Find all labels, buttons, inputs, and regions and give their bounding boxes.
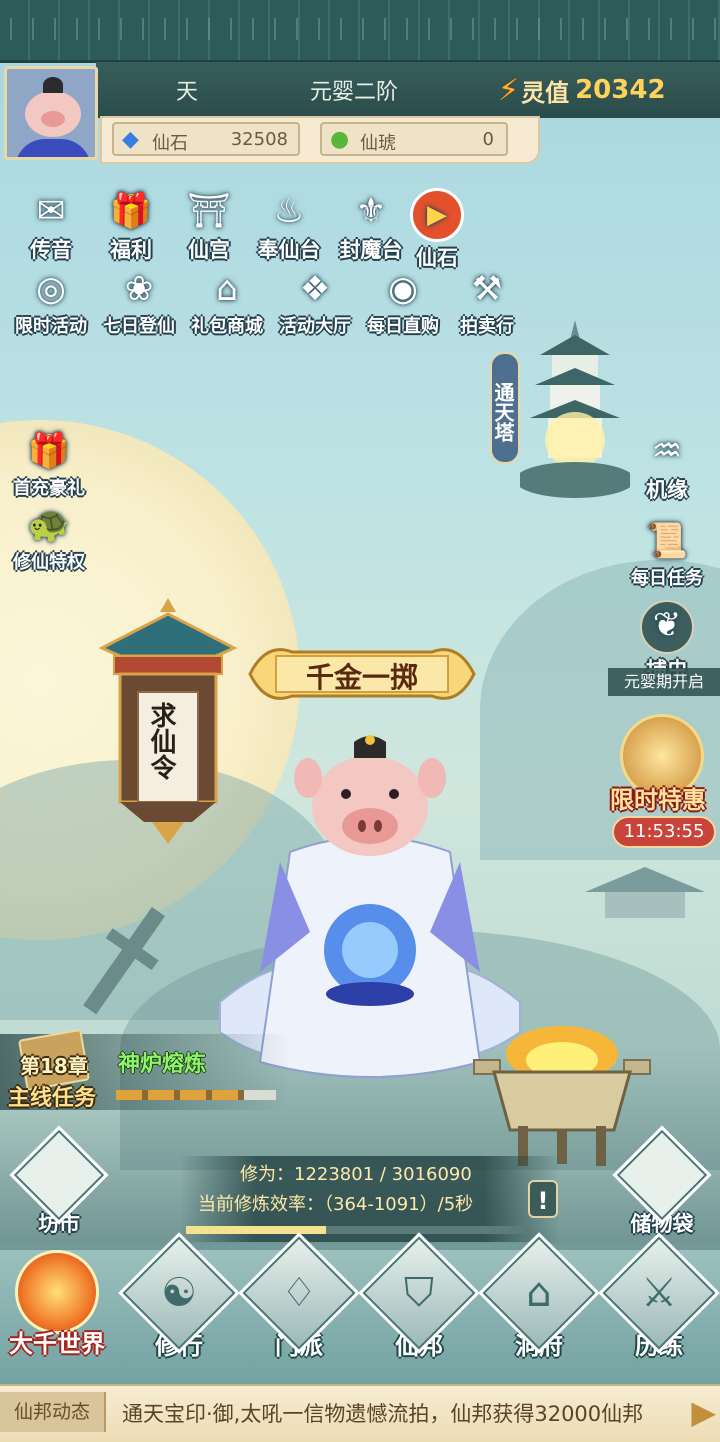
- spirit-value: ⚡ 灵值 20342: [498, 70, 666, 110]
- timed-event-button[interactable]: ◎ 限时活动: [8, 266, 94, 338]
- scroll-icon: 📜: [645, 521, 689, 561]
- fortune-icon: ♒: [651, 431, 683, 471]
- cultivation-progress-track: [186, 1226, 532, 1234]
- furnace-progress-fill: [116, 1090, 244, 1100]
- world-swirl-icon: [15, 1250, 99, 1334]
- qianjin-banner-text: 千金一掷: [305, 661, 418, 694]
- limited-sale-timer: 11:53:55: [612, 816, 716, 848]
- palace-icon: ⛩: [187, 191, 231, 231]
- nascent-notice: 元婴期开启: [608, 668, 720, 696]
- fuli-button[interactable]: 🎁 福利: [88, 188, 174, 264]
- exclamation-icon[interactable]: !: [528, 1180, 558, 1218]
- turtle-icon: 🐢: [27, 505, 71, 545]
- seven-day-label: 七日登仙: [103, 316, 175, 337]
- furnace-label: 神炉熔炼: [118, 1052, 207, 1077]
- ticker-message: 通天宝印·御,太吼一信物遗憾流拍，仙邦获得32000仙邦: [122, 1402, 644, 1426]
- daily-task-label: 每日任务: [631, 568, 703, 589]
- altar-icon: ♨: [273, 191, 305, 231]
- avatar-robe: [15, 139, 91, 157]
- hall-icon: ❖: [299, 269, 331, 309]
- nav-world-label: 大千世界: [9, 1330, 105, 1358]
- pavilion: [585, 862, 705, 922]
- fengxiantai-button[interactable]: ♨ 奉仙台: [246, 188, 332, 264]
- resource-value: 32508: [230, 129, 288, 150]
- cultivation-progress-fill: [186, 1226, 327, 1234]
- tongtian-tower[interactable]: [515, 320, 635, 500]
- xianhu-resource[interactable]: ● 仙琥 0: [320, 122, 508, 156]
- demon-seal-icon: ⚜: [355, 191, 387, 231]
- envelope-icon: ✉: [36, 191, 66, 231]
- timed-event-icon: ◎: [36, 269, 66, 309]
- daily-purchase-label: 每日直购: [367, 316, 439, 337]
- daily-task-button[interactable]: 📜 每日任务: [624, 518, 710, 590]
- seven-day-button[interactable]: ❀ 七日登仙: [96, 266, 182, 338]
- arrow-right-icon[interactable]: ▶: [691, 1394, 716, 1430]
- realm-char: 天: [176, 80, 199, 105]
- green-jade-icon: ●: [330, 127, 350, 152]
- gift-shop-button[interactable]: ⌂ 礼包商城: [184, 266, 270, 338]
- blue-gem-icon: ◆: [122, 127, 139, 152]
- xianshi-resource[interactable]: ◆ 仙石 32508: [112, 122, 300, 156]
- jiyuan-label: 机缘: [646, 478, 688, 502]
- cultivation-progress-text: 修为：1223801 / 3016090: [240, 1164, 472, 1185]
- xiangong-button[interactable]: ⛩ 仙宫: [166, 188, 252, 264]
- timed-event-label: 限时活动: [15, 316, 87, 337]
- auction-button[interactable]: ⚒ 拍卖行: [444, 266, 530, 338]
- fengxiantai-label: 奉仙台: [257, 238, 321, 262]
- nav-practice[interactable]: ☯ 修行: [118, 1232, 240, 1361]
- furnace-progress-track: [116, 1090, 276, 1100]
- nav-sect[interactable]: ♢ 门派: [238, 1232, 360, 1361]
- lotus-icon: ❀: [124, 269, 154, 309]
- butterfly-icon: ❦: [640, 600, 694, 654]
- resource-value: 0: [482, 129, 494, 150]
- video-play-icon: ▶: [410, 188, 464, 242]
- cultivation-efficiency-text: 当前修炼效率：（364-1091）/5秒: [198, 1194, 474, 1215]
- event-hall-label: 活动大厅: [279, 316, 351, 337]
- gift-shop-label: 礼包商城: [191, 316, 263, 337]
- gift-box-icon: 🎁: [27, 431, 71, 471]
- news-ticker[interactable]: 仙邦动态 通天宝印·御,太吼一信物遗憾流拍，仙邦获得32000仙邦 ▶: [0, 1384, 720, 1442]
- player-avatar[interactable]: [4, 66, 98, 160]
- nav-world[interactable]: 大千世界: [2, 1250, 112, 1359]
- limited-sale-label[interactable]: 限时特惠: [610, 780, 706, 815]
- privilege-label: 修仙特权: [13, 552, 85, 573]
- top-border: [0, 0, 720, 63]
- cultivation-stage: 元婴二阶: [310, 80, 399, 105]
- quest-chapter: 第18章: [20, 1054, 88, 1078]
- event-hall-button[interactable]: ❖ 活动大厅: [272, 266, 358, 338]
- privilege-button[interactable]: 🐢 修仙特权: [6, 502, 92, 574]
- fuli-label: 福利: [110, 238, 152, 262]
- chuanyin-button[interactable]: ✉ 传音: [8, 188, 94, 264]
- chuanyin-label: 传音: [30, 238, 72, 262]
- first-recharge-button[interactable]: 🎁 首充豪礼: [6, 428, 92, 500]
- nav-cave[interactable]: ⌂ 洞府: [478, 1232, 600, 1361]
- lightning-icon: ⚡: [498, 72, 520, 108]
- xianshi-video-button[interactable]: ▶ 仙石: [394, 188, 480, 272]
- qiuxianling-text: 求仙令: [146, 702, 176, 780]
- tongtian-tower-label[interactable]: 通天塔: [490, 352, 520, 464]
- coin-icon: ◉: [388, 269, 418, 309]
- gavel-icon: ⚒: [471, 269, 503, 309]
- resource-name: 仙石: [152, 133, 188, 154]
- qianjin-banner[interactable]: 千金一掷: [236, 636, 488, 712]
- gift-icon: 🎁: [109, 191, 153, 231]
- resource-name: 仙琥: [360, 133, 396, 154]
- xiangong-label: 仙宫: [188, 238, 230, 262]
- spirit-value-number: 20342: [575, 75, 666, 105]
- avatar-snout: [41, 111, 65, 127]
- nav-alliance[interactable]: ⛉ 仙邦: [358, 1232, 480, 1361]
- storage-bag-button[interactable]: 储物袋: [612, 1125, 712, 1238]
- shop-icon: ⌂: [216, 269, 238, 309]
- spirit-value-label: 灵值: [521, 78, 570, 107]
- auction-label: 拍卖行: [460, 316, 514, 337]
- quest-label: 主线任务: [8, 1086, 97, 1111]
- ticker-title: 仙邦动态: [0, 1392, 106, 1432]
- daily-purchase-button[interactable]: ◉ 每日直购: [360, 266, 446, 338]
- avatar-hat: [43, 77, 63, 93]
- nav-trial[interactable]: ⚔ 历练: [598, 1232, 720, 1361]
- jiyuan-button[interactable]: ♒ 机缘: [624, 428, 710, 504]
- market-button[interactable]: 坊市: [9, 1125, 109, 1238]
- first-recharge-label: 首充豪礼: [13, 478, 85, 499]
